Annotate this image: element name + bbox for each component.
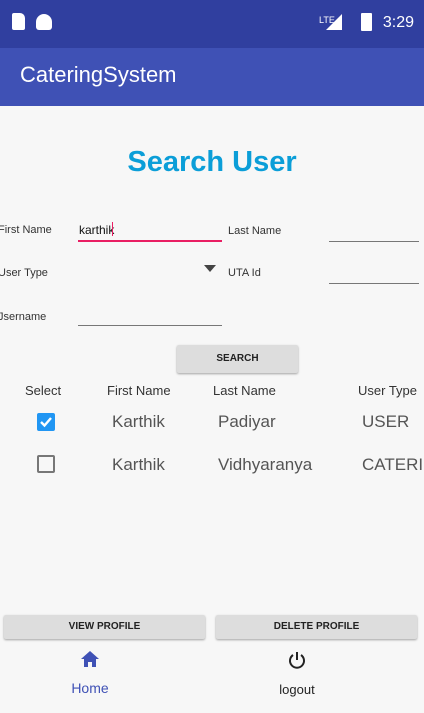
delete-profile-button[interactable]: DELETE PROFILE (216, 615, 417, 639)
username-underline (78, 325, 222, 326)
bottom-nav-logout[interactable]: logout (255, 646, 339, 702)
row-select-checkbox[interactable] (37, 413, 55, 431)
username-label: Jsername (0, 311, 47, 323)
row-last-name: Padiyar (218, 412, 276, 431)
battery-icon (361, 13, 372, 31)
dropdown-arrow-icon[interactable] (204, 265, 216, 272)
uta-id-underline (329, 283, 419, 284)
bottom-nav-home[interactable]: Home (48, 646, 132, 702)
header-select: Select (25, 383, 62, 398)
row-user-type: USER (362, 412, 410, 431)
android-icon (36, 14, 52, 30)
logout-label: logout (279, 682, 315, 697)
first-name-field[interactable]: karthik (79, 223, 114, 237)
uta-id-field[interactable] (329, 266, 419, 282)
first-name-underline (78, 240, 222, 242)
last-name-underline (329, 241, 419, 242)
home-label: Home (71, 680, 109, 696)
uta-id-label: UTA Id (228, 267, 261, 279)
home-icon (81, 651, 99, 667)
username-field[interactable] (79, 308, 222, 324)
row-select-checkbox[interactable] (37, 455, 55, 473)
sd-card-icon (12, 13, 25, 30)
view-profile-button[interactable]: VIEW PROFILE (4, 615, 205, 639)
header-last-name: Last Name (213, 383, 276, 398)
header-user-type: User Type (358, 383, 418, 398)
row-user-type: CATERI (362, 455, 424, 474)
row-last-name: Vidhyaranya (218, 455, 313, 474)
page-title: Search User (127, 146, 297, 178)
row-first-name: Karthik (112, 412, 165, 431)
last-name-label: Last Name (228, 225, 282, 237)
user-type-dropdown[interactable] (78, 258, 222, 282)
clock: 3:29 (382, 14, 414, 31)
user-type-label: User Type (0, 267, 48, 279)
search-button[interactable]: SEARCH (177, 345, 298, 373)
text-cursor (112, 222, 113, 236)
header-first-name: First Name (107, 383, 171, 398)
first-name-label: First Name (0, 224, 52, 236)
checkmark-icon (40, 417, 52, 428)
signal-icon (326, 14, 342, 30)
power-icon (289, 652, 305, 669)
row-first-name: Karthik (112, 455, 165, 474)
app-title: CateringSystem (20, 62, 177, 87)
last-name-field[interactable] (329, 223, 419, 239)
